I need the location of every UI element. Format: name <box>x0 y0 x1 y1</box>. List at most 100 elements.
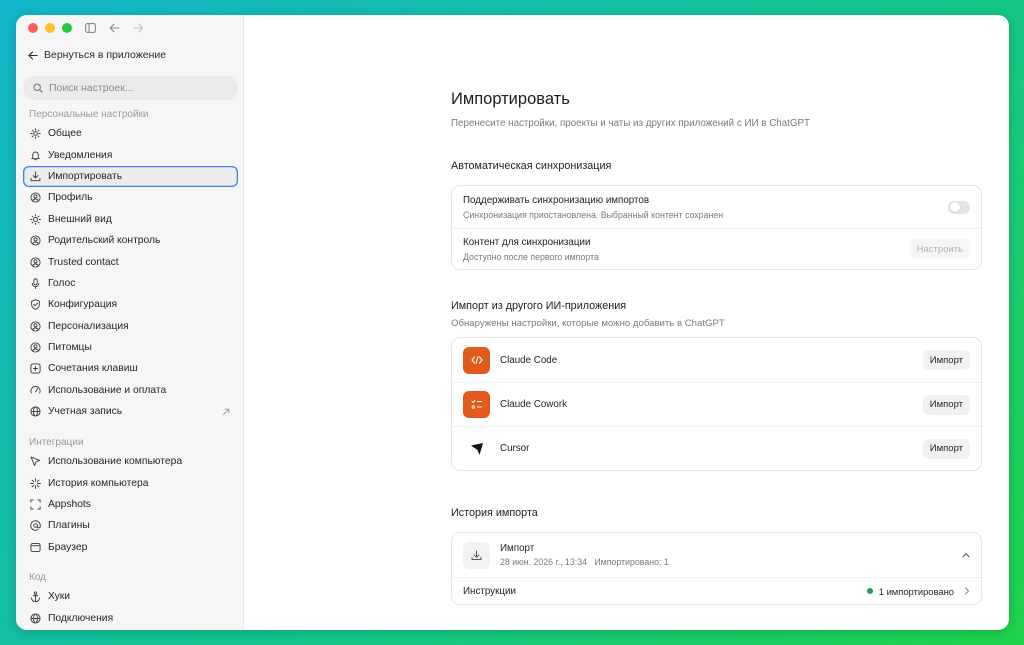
sidebar-item-personal-13[interactable]: Учетная запись <box>23 401 238 422</box>
app-row-claude-code: Claude Code Импорт <box>452 338 981 382</box>
keyboard-icon <box>29 363 41 375</box>
user-circle-icon <box>29 342 41 354</box>
sidebar-item-personal-5[interactable]: Родительский контроль <box>23 230 238 251</box>
apps-card: Claude Code Импорт Claude Cowork Импорт <box>451 337 982 471</box>
sidebar-item-label: Питомцы <box>48 342 92 354</box>
chevron-up-icon[interactable] <box>962 552 970 558</box>
app-name: Claude Code <box>500 354 558 366</box>
app-name: Claude Cowork <box>500 399 567 410</box>
sidebar-item-label: История компьютера <box>48 477 149 489</box>
history-section-title: История импорта <box>451 507 538 519</box>
bell-icon <box>29 149 41 161</box>
sidebar-item-label: Профиль <box>48 192 93 204</box>
sidebar-item-personal-2[interactable]: Импортировать <box>23 165 238 188</box>
code-icon <box>463 346 490 374</box>
import-claude-cowork-button[interactable]: Импорт <box>922 394 970 415</box>
frame-icon <box>29 498 41 510</box>
sidebar-item-personal-4[interactable]: Внешний вид <box>23 209 238 230</box>
search-input[interactable] <box>49 82 219 94</box>
import-cursor-button[interactable]: Импорт <box>922 438 970 459</box>
sidebar-item-integration-3[interactable]: Плагины <box>23 515 238 536</box>
cursor-arrow-icon <box>463 435 490 462</box>
sparkle-icon <box>29 477 41 489</box>
other-app-section-subtitle: Обнаружены настройки, которые можно доба… <box>451 318 725 329</box>
chevron-right-icon <box>964 587 970 595</box>
external-link-icon <box>222 408 230 416</box>
sync-support-row: Поддерживать синхронизацию импортов Синх… <box>452 186 981 228</box>
sidebar-item-label: Конфигурация <box>48 299 118 311</box>
main-panel: Импортировать Перенесите настройки, прое… <box>245 15 1009 630</box>
sidebar-item-label: Браузер <box>48 541 88 553</box>
instructions-row[interactable]: Инструкции 1 импортировано <box>452 577 981 604</box>
zoom-window-button[interactable] <box>62 23 72 33</box>
sidebar-item-integration-1[interactable]: История компьютера <box>23 472 238 493</box>
sidebar-item-code-1[interactable]: Подключения <box>23 607 238 628</box>
app-row-claude-cowork: Claude Cowork Импорт <box>452 382 981 426</box>
shield-icon <box>29 299 41 311</box>
nav-back-icon[interactable] <box>104 19 124 37</box>
integrations-section-label: Интеграции <box>29 437 84 448</box>
user-circle-icon <box>29 192 41 204</box>
sync-toggle[interactable] <box>948 200 970 214</box>
sidebar-item-personal-0[interactable]: Общее <box>23 123 238 144</box>
sidebar-item-label: Сочетания клавиш <box>48 363 138 375</box>
page-subtitle: Перенесите настройки, проекты и чаты из … <box>451 118 811 129</box>
sidebar-item-label: Плагины <box>48 520 90 532</box>
status-dot <box>866 588 873 594</box>
user-circle-icon <box>29 256 41 268</box>
personal-section-label: Персональные настройки <box>29 109 149 120</box>
settings-search[interactable] <box>23 76 238 100</box>
sidebar-item-label: Голос <box>48 277 76 289</box>
sidebar-item-label: Учетная запись <box>48 406 123 418</box>
close-window-button[interactable] <box>28 23 38 33</box>
sidebar-item-label: Хуки <box>48 591 71 603</box>
sidebar-item-personal-11[interactable]: Сочетания клавиш <box>23 358 238 379</box>
sidebar-item-code-0[interactable]: Хуки <box>23 586 238 607</box>
history-card: Импорт 28 июн. 2026 г., 13:34 Импортиров… <box>451 532 982 605</box>
sidebar-item-personal-12[interactable]: Использование и оплата <box>23 380 238 401</box>
nav-forward-icon[interactable] <box>128 19 148 37</box>
import-claude-code-button[interactable]: Импорт <box>922 350 970 370</box>
back-label: Вернуться в приложение <box>44 49 167 61</box>
sidebar-item-label: Trusted contact <box>48 256 119 268</box>
globe-icon <box>29 612 41 624</box>
code-nav: Хуки Подключения <box>23 586 238 629</box>
sidebar-item-personal-9[interactable]: Персонализация <box>23 316 238 337</box>
sun-icon <box>29 213 41 225</box>
sidebar-item-personal-1[interactable]: Уведомления <box>23 144 238 165</box>
sync-support-desc: Синхронизация приостановлена. Выбранный … <box>463 209 724 220</box>
sidebar-item-label: Подключения <box>48 612 114 624</box>
sync-support-title: Поддерживать синхронизацию импортов <box>463 194 650 206</box>
sidebar-item-label: Уведомления <box>48 149 113 161</box>
page-title: Импортировать <box>451 90 570 108</box>
checklist-icon <box>463 391 490 418</box>
sync-content-desc: Доступно после первого импорта <box>463 251 599 262</box>
history-item-row[interactable]: Импорт 28 июн. 2026 г., 13:34 Импортиров… <box>452 533 981 577</box>
sidebar-item-personal-8[interactable]: Конфигурация <box>23 294 238 315</box>
history-item-date: 28 июн. 2026 г., 13:34 <box>500 557 587 567</box>
sidebar-toggle-icon[interactable] <box>80 19 100 37</box>
sidebar-item-label: Внешний вид <box>48 213 112 225</box>
sidebar-item-label: Использование и оплата <box>48 384 167 396</box>
sidebar-item-personal-7[interactable]: Голос <box>23 273 238 294</box>
minimize-window-button[interactable] <box>45 23 55 33</box>
sidebar-item-integration-0[interactable]: Использование компьютера <box>23 451 238 472</box>
sidebar-item-label: Импортировать <box>48 170 123 182</box>
sidebar-item-integration-2[interactable]: Appshots <box>23 494 238 515</box>
sidebar-item-label: Персонализация <box>48 320 129 332</box>
code-section-label: Код <box>29 572 47 583</box>
sidebar-item-personal-3[interactable]: Профиль <box>23 187 238 208</box>
sidebar-item-personal-6[interactable]: Trusted contact <box>23 251 238 272</box>
titlebar-icons <box>80 19 148 37</box>
sidebar-item-label: Родительский контроль <box>48 235 161 247</box>
download-icon <box>29 170 41 182</box>
sidebar-item-label: Общее <box>48 128 82 140</box>
sidebar-item-personal-10[interactable]: Питомцы <box>23 337 238 358</box>
personal-nav: Общее Уведомления Импортировать Профиль Внеш… <box>23 123 238 422</box>
back-to-app-link[interactable]: Вернуться в приложение <box>28 47 166 63</box>
history-item-count: Импортировано: 1 <box>594 557 669 567</box>
app-name: Cursor <box>500 443 530 454</box>
sidebar-item-label: Appshots <box>48 498 91 510</box>
sidebar-item-integration-4[interactable]: Браузер <box>23 537 238 558</box>
configure-button[interactable]: Настроить <box>909 239 970 259</box>
